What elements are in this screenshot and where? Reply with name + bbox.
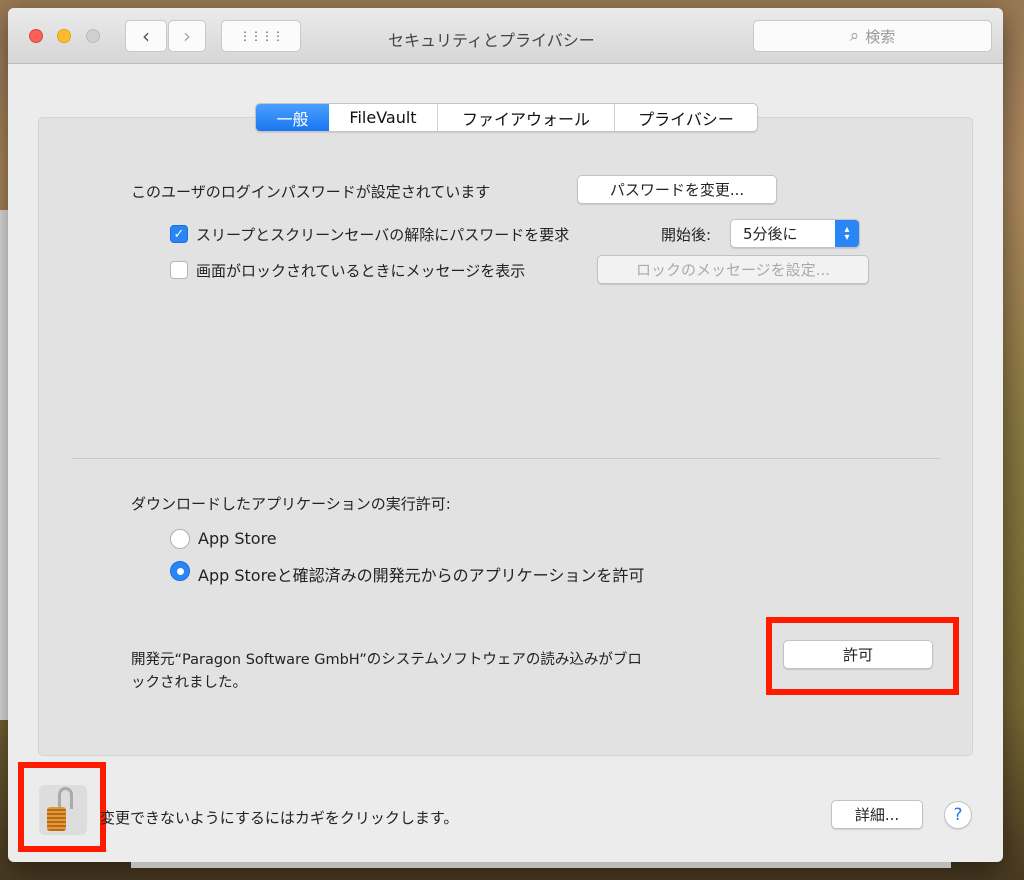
divider <box>72 458 940 459</box>
tab-filevault[interactable]: FileVault <box>329 104 437 131</box>
checkmark-icon: ✓ <box>173 226 185 242</box>
general-panel: このユーザのログインパスワードが設定されています パスワードを変更... ✓ ス… <box>38 117 973 756</box>
blocked-message-line1: 開発元“Paragon Software GmbH”のシステムソフトウェアの読み… <box>131 652 642 668</box>
title-bar: ‹ › ⋮⋮⋮⋮ セキュリティとプライバシー ⌕ 検索 <box>8 8 1003 64</box>
chevron-left-icon: ‹ <box>142 24 150 48</box>
tab-bar: 一般 FileVault ファイアウォール プライバシー <box>255 103 758 132</box>
chevron-right-icon: › <box>183 24 191 48</box>
search-input[interactable]: ⌕ 検索 <box>753 20 992 52</box>
allow-button[interactable]: 許可 <box>783 640 933 669</box>
help-button[interactable]: ? <box>944 801 972 829</box>
start-after-label: 開始後: <box>661 226 712 244</box>
radio-identified-label: App Storeと確認済みの開発元からのアプリケーションを許可 <box>198 566 645 585</box>
blocked-message-line2: ックされました。 <box>131 675 247 691</box>
lock-text: 変更できないようにするにはカギをクリックします。 <box>100 809 459 827</box>
show-message-label: 画面がロックされているときにメッセージを表示 <box>196 262 526 280</box>
set-lock-message-button[interactable]: ロックのメッセージを設定... <box>597 255 869 284</box>
updown-chevron-icon: ▴ ▾ <box>835 220 859 247</box>
tab-general[interactable]: 一般 <box>256 104 329 131</box>
unlocked-padlock-icon <box>47 785 73 835</box>
back-button[interactable]: ‹ <box>125 20 167 52</box>
security-privacy-window: ‹ › ⋮⋮⋮⋮ セキュリティとプライバシー ⌕ 検索 このユーザのログインパスワ… <box>8 8 1003 862</box>
radio-app-store[interactable] <box>170 529 190 549</box>
background-window-bottom <box>131 862 951 868</box>
advanced-button[interactable]: 詳細... <box>831 800 923 829</box>
show-message-checkbox[interactable] <box>170 261 188 279</box>
radio-app-store-and-identified[interactable] <box>170 561 190 581</box>
zoom-button[interactable] <box>86 29 100 43</box>
show-all-button[interactable]: ⋮⋮⋮⋮ <box>221 20 301 52</box>
change-password-button[interactable]: パスワードを変更... <box>577 175 777 204</box>
require-password-label: スリープとスクリーンセーバの解除にパスワードを要求 <box>196 226 570 244</box>
close-button[interactable] <box>29 29 43 43</box>
allow-apps-heading: ダウンロードしたアプリケーションの実行許可: <box>131 495 451 513</box>
radio-app-store-label: App Store <box>198 529 277 548</box>
search-icon: ⌕ <box>849 26 860 46</box>
login-password-text: このユーザのログインパスワードが設定されています <box>131 183 491 201</box>
lock-button[interactable] <box>39 785 87 835</box>
start-after-select[interactable]: 5分後に ▴ ▾ <box>730 219 860 248</box>
window-title: セキュリティとプライバシー <box>388 31 595 50</box>
tab-privacy[interactable]: プライバシー <box>614 104 757 131</box>
forward-button[interactable]: › <box>168 20 206 52</box>
tab-firewall[interactable]: ファイアウォール <box>437 104 614 131</box>
minimize-button[interactable] <box>57 29 71 43</box>
require-password-checkbox[interactable]: ✓ <box>170 225 188 243</box>
grid-icon: ⋮⋮⋮⋮ <box>239 29 284 43</box>
